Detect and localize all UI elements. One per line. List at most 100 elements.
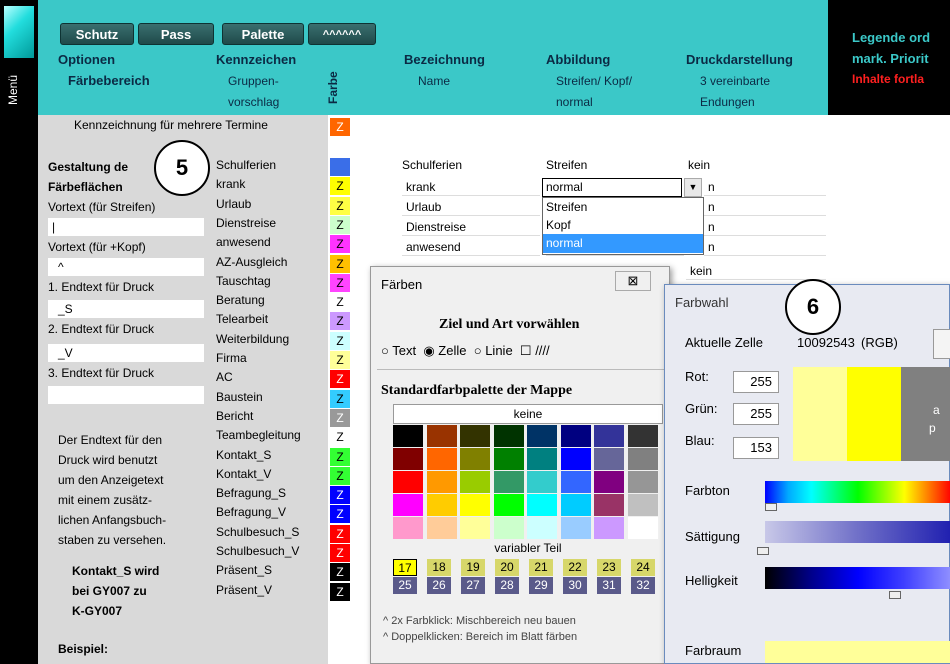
vortext-streifen-input[interactable]: | (48, 218, 204, 236)
palette-swatch[interactable] (426, 494, 457, 516)
palette-swatch[interactable] (594, 517, 624, 539)
palette-swatch[interactable] (493, 494, 524, 516)
radio-linie-label[interactable]: Linie (485, 343, 512, 358)
close-icon[interactable]: ⊠ (615, 271, 651, 291)
palette-swatch[interactable] (393, 448, 423, 470)
rot-input[interactable]: 255 (733, 371, 779, 393)
table-name-cell[interactable]: Schulferien (402, 158, 540, 172)
palette-swatch[interactable] (393, 517, 423, 539)
group-name[interactable]: Baustein (216, 390, 263, 404)
variable-swatch[interactable]: 25 (393, 577, 417, 594)
palette-swatch[interactable] (460, 494, 490, 516)
table-name-cell[interactable]: Urlaub (402, 198, 540, 216)
group-color-cell[interactable]: Z (330, 466, 350, 485)
saettigung-handle[interactable] (757, 547, 769, 555)
group-name[interactable]: Kontakt_S (216, 448, 271, 462)
table-druck-cell[interactable]: kein (688, 158, 826, 172)
variable-swatch[interactable]: 21 (529, 559, 553, 576)
group-name[interactable]: AC (216, 370, 233, 384)
gruen-input[interactable]: 255 (733, 403, 779, 425)
group-color-cell[interactable]: Z (330, 351, 350, 369)
palette-swatch[interactable] (627, 471, 658, 493)
blau-input[interactable]: 153 (733, 437, 779, 459)
vortext-kopf-input[interactable]: ^ (48, 258, 204, 276)
variable-swatch[interactable]: 30 (563, 577, 587, 594)
dropdown-option-streifen[interactable]: Streifen (543, 198, 703, 216)
palette-swatch[interactable] (560, 448, 591, 470)
group-color-cell[interactable]: Z (330, 331, 350, 350)
group-color-cell[interactable]: Z (330, 563, 350, 582)
palette-swatch[interactable] (393, 494, 423, 516)
palette-swatch[interactable] (627, 425, 658, 447)
variable-swatch[interactable]: 29 (529, 577, 553, 594)
palette-swatch[interactable] (594, 448, 624, 470)
palette-swatch[interactable] (393, 471, 423, 493)
palette-swatch[interactable] (527, 425, 557, 447)
table-druck-cell[interactable]: n (704, 218, 826, 236)
table-abb-cell[interactable]: Streifen (546, 158, 684, 172)
palette-swatch[interactable] (527, 448, 557, 470)
palette-swatch[interactable] (560, 471, 591, 493)
radio-zelle-label[interactable]: Zelle (438, 343, 466, 358)
checkbox-label[interactable]: //// (535, 343, 549, 358)
helligkeit-handle[interactable] (889, 591, 901, 599)
palette-swatch[interactable] (560, 425, 591, 447)
endtext2-input[interactable]: _V (48, 344, 204, 362)
pass-button[interactable]: Pass (138, 23, 214, 45)
farbton-slider[interactable] (765, 481, 950, 503)
palette-swatch[interactable] (594, 494, 624, 516)
group-name[interactable]: AZ-Ausgleich (216, 255, 287, 269)
group-name[interactable]: Telearbeit (216, 312, 268, 326)
farbton-handle[interactable] (765, 503, 777, 511)
palette-swatch[interactable] (527, 494, 557, 516)
group-name[interactable]: Dienstreise (216, 216, 276, 230)
group-name[interactable]: Urlaub (216, 197, 251, 211)
palette-swatch[interactable] (627, 517, 658, 539)
table-name-cell[interactable]: Dienstreise (402, 218, 540, 236)
checkbox-icon[interactable]: ☐ (520, 343, 532, 358)
dropdown-option-normal[interactable]: normal (543, 234, 703, 253)
palette-swatch[interactable] (493, 471, 524, 493)
palette-swatch[interactable] (426, 448, 457, 470)
table-name-cell[interactable]: anwesend (402, 238, 540, 256)
palette-swatch[interactable] (560, 517, 591, 539)
palette-swatch[interactable] (426, 425, 457, 447)
druck-cell[interactable]: kein (686, 262, 826, 280)
table-druck-cell[interactable]: n (704, 198, 826, 216)
group-name[interactable]: Teambegleitung (216, 428, 301, 442)
group-name[interactable]: anwesend (216, 235, 271, 249)
group-color-cell[interactable]: Z (330, 447, 350, 466)
variable-swatch[interactable]: 19 (461, 559, 485, 576)
group-color-cell[interactable]: Z (330, 312, 350, 331)
variable-swatch[interactable]: 26 (427, 577, 451, 594)
endtext3-input[interactable] (48, 386, 204, 404)
dropdown-arrow-icon[interactable]: ▼ (684, 178, 702, 197)
endtext1-input[interactable]: _S (48, 300, 204, 318)
group-color-cell[interactable]: Z (330, 215, 350, 234)
group-color-cell[interactable]: Z (330, 293, 350, 312)
palette-swatch[interactable] (493, 425, 524, 447)
palette-swatch[interactable] (527, 517, 557, 539)
group-name[interactable]: Beratung (216, 293, 265, 307)
table-name-cell[interactable]: krank (402, 178, 540, 196)
radio-text-icon[interactable]: ○ (381, 343, 389, 358)
variable-swatch[interactable]: 23 (597, 559, 621, 576)
group-color-cell[interactable]: Z (330, 524, 350, 543)
group-name[interactable]: Firma (216, 351, 247, 365)
group-color-cell[interactable]: Z (330, 177, 350, 196)
group-color-cell[interactable]: Z (330, 196, 350, 215)
group-color-cell[interactable]: Z (330, 582, 350, 601)
group-name[interactable]: krank (216, 177, 245, 191)
group-name[interactable]: Weiterbildung (216, 332, 289, 346)
palette-swatch[interactable] (493, 448, 524, 470)
palette-swatch[interactable] (460, 425, 490, 447)
variable-swatch[interactable]: 31 (597, 577, 621, 594)
group-name[interactable]: Präsent_V (216, 583, 272, 597)
palette-swatch[interactable] (594, 425, 624, 447)
variable-swatch[interactable]: 22 (563, 559, 587, 576)
menu-button[interactable]: Menü (6, 60, 32, 120)
variable-swatch[interactable]: 24 (631, 559, 655, 576)
group-name[interactable]: Befragung_V (216, 505, 286, 519)
variable-swatch[interactable]: 32 (631, 577, 655, 594)
palette-swatch[interactable] (460, 517, 490, 539)
